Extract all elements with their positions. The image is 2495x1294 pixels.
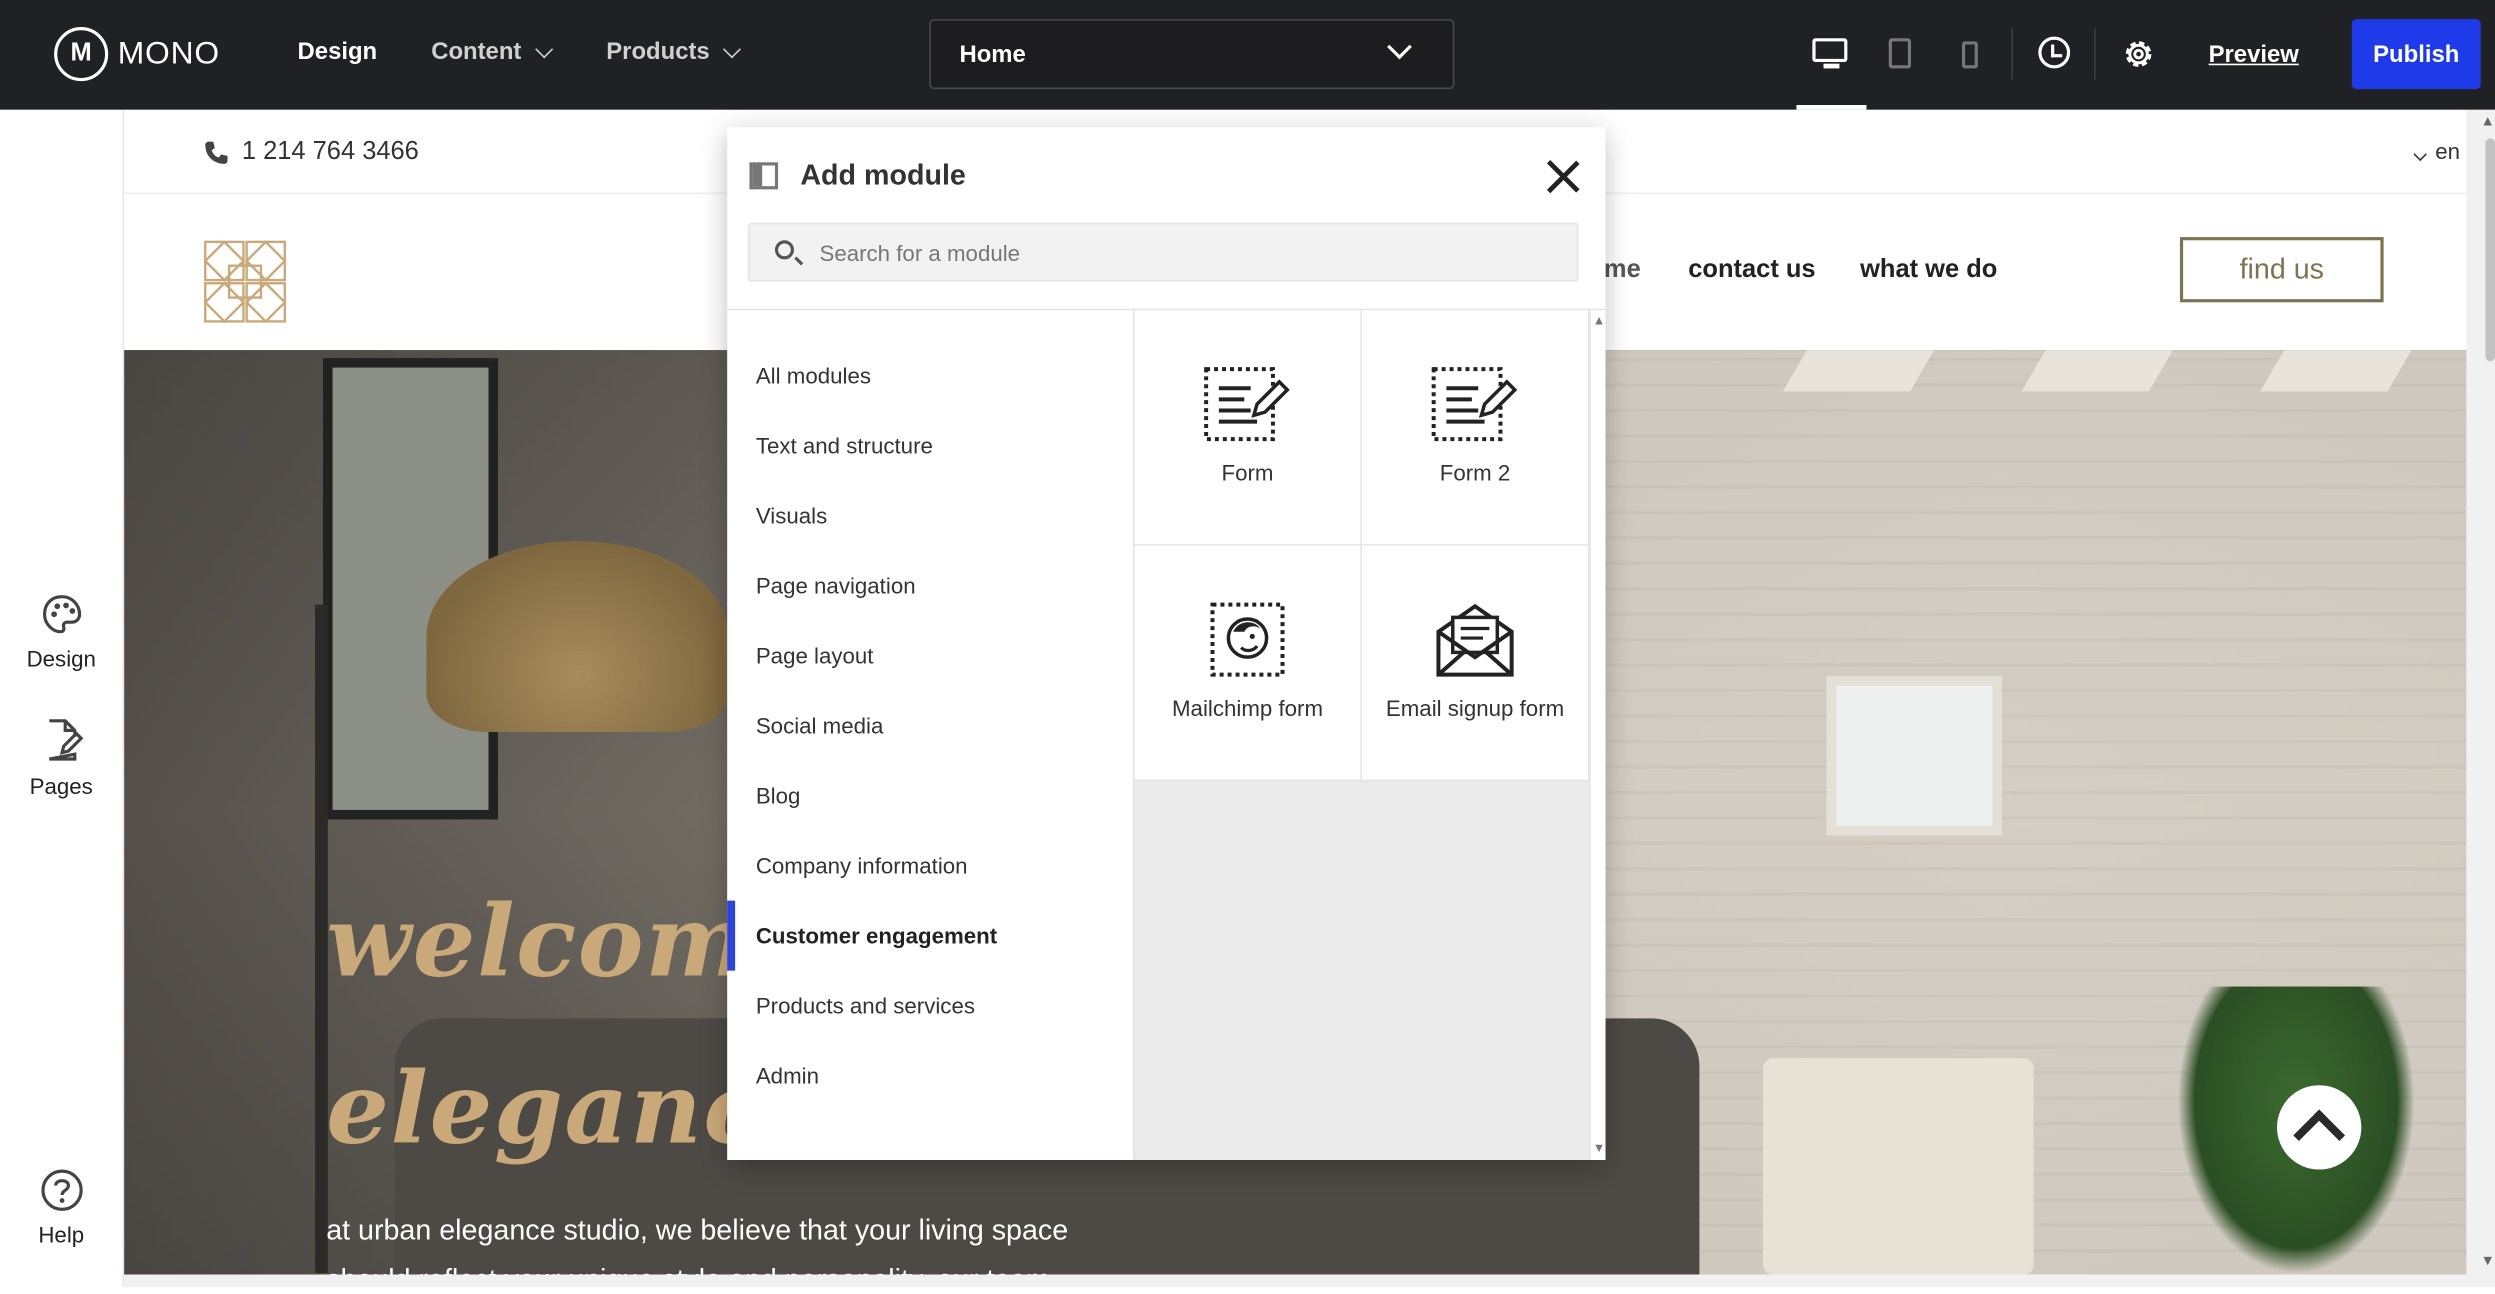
form-icon bbox=[1431, 367, 1518, 442]
site-nav-contact[interactable]: contact us bbox=[1688, 256, 1815, 285]
hero-dresser bbox=[1763, 1058, 2034, 1275]
category-blog[interactable]: Blog bbox=[727, 761, 1133, 831]
module-tile-label: Form 2 bbox=[1439, 459, 1511, 486]
tablet-view-icon[interactable] bbox=[1888, 38, 1912, 69]
scroll-up-arrow-icon[interactable]: ▲ bbox=[1593, 313, 1606, 327]
top-toolbar: M MONO Design Content Products Home Prev… bbox=[0, 0, 2495, 110]
category-text-and-structure[interactable]: Text and structure bbox=[727, 411, 1133, 481]
site-logo-icon[interactable] bbox=[203, 240, 287, 324]
scrollbar-thumb[interactable] bbox=[2485, 138, 2495, 362]
logo-text: MONO bbox=[117, 35, 220, 71]
scroll-down-arrow-icon[interactable]: ▼ bbox=[2481, 1252, 2495, 1268]
add-module-dialog: Add module All modules Text and structur… bbox=[727, 127, 1606, 1160]
design-rail-button[interactable]: Design bbox=[0, 592, 123, 672]
module-tile-email-signup-form[interactable]: Email signup form bbox=[1362, 545, 1590, 782]
category-visuals[interactable]: Visuals bbox=[727, 481, 1133, 551]
category-customer-engagement[interactable]: Customer engagement bbox=[727, 900, 1133, 971]
chevron-down-icon bbox=[1387, 34, 1412, 60]
category-products-and-services[interactable]: Products and services bbox=[727, 971, 1133, 1041]
nav-content-label: Content bbox=[431, 38, 522, 66]
desktop-stand bbox=[1823, 63, 1840, 69]
horizontal-scrollbar[interactable] bbox=[124, 1274, 2467, 1288]
close-icon[interactable] bbox=[1545, 159, 1580, 194]
logo-mark-icon: M bbox=[54, 27, 109, 82]
design-rail-label: Design bbox=[26, 646, 96, 672]
scroll-up-arrow-icon[interactable]: ▲ bbox=[2481, 113, 2495, 129]
pages-rail-label: Pages bbox=[29, 773, 93, 799]
module-tile-label: Mailchimp form bbox=[1171, 695, 1324, 721]
ceiling-beam bbox=[2260, 350, 2412, 392]
module-tile-form[interactable]: Form bbox=[1134, 310, 1363, 546]
pages-edit-icon bbox=[48, 719, 83, 761]
page-selector-value: Home bbox=[959, 41, 1026, 69]
nav-design-label: Design bbox=[297, 38, 378, 66]
mailchimp-icon bbox=[1210, 602, 1285, 677]
category-page-layout[interactable]: Page layout bbox=[727, 621, 1133, 691]
chevron-down-icon bbox=[534, 39, 553, 58]
site-nav-partial[interactable]: me bbox=[1604, 256, 1641, 285]
help-rail-button[interactable]: Help bbox=[0, 1168, 123, 1248]
app-logo[interactable]: M MONO bbox=[54, 24, 220, 84]
category-admin[interactable]: Admin bbox=[727, 1041, 1133, 1111]
form-icon bbox=[1204, 367, 1290, 442]
envelope-icon bbox=[1436, 603, 1514, 677]
nav-products[interactable]: Products bbox=[606, 38, 741, 66]
gear-icon[interactable] bbox=[2121, 37, 2156, 72]
category-company-information[interactable]: Company information bbox=[727, 831, 1133, 901]
chevron-down-icon bbox=[722, 39, 741, 58]
chevron-up-icon bbox=[2293, 1109, 2346, 1162]
module-tile-form-2[interactable]: Form 2 bbox=[1362, 310, 1590, 546]
nav-design[interactable]: Design bbox=[298, 38, 378, 65]
ceiling-beam bbox=[2021, 350, 2173, 392]
module-grid-scrollbar[interactable]: ▲ ▼ bbox=[1591, 310, 1606, 1160]
site-phone-number: 1 214 764 3466 bbox=[241, 138, 419, 166]
module-tile-mailchimp-form[interactable]: Mailchimp form bbox=[1134, 545, 1363, 782]
panel-dock-icon[interactable] bbox=[749, 162, 779, 190]
history-icon[interactable] bbox=[2038, 36, 2071, 69]
module-search[interactable] bbox=[747, 222, 1579, 282]
nav-content[interactable]: Content bbox=[431, 38, 553, 66]
category-page-navigation[interactable]: Page navigation bbox=[727, 551, 1133, 621]
dialog-header: Add module bbox=[727, 127, 1605, 222]
module-tile-label: Email signup form bbox=[1385, 695, 1565, 721]
publish-button[interactable]: Publish bbox=[2351, 19, 2481, 90]
hero-lamp bbox=[426, 541, 729, 732]
module-search-input[interactable] bbox=[819, 224, 1552, 281]
site-phone[interactable]: 1 214 764 3466 bbox=[204, 138, 419, 167]
category-list: All modules Text and structure Visuals P… bbox=[727, 310, 1135, 1160]
phone-icon bbox=[205, 141, 228, 164]
category-all-modules[interactable]: All modules bbox=[727, 341, 1133, 411]
left-rail: Design Pages Help bbox=[0, 109, 125, 1288]
hero-paragraph: at urban elegance studio, we believe tha… bbox=[326, 1214, 1069, 1274]
help-icon bbox=[40, 1169, 82, 1211]
palette-icon bbox=[42, 595, 81, 634]
dialog-title: Add module bbox=[800, 159, 966, 191]
toolbar-divider bbox=[2094, 28, 2096, 80]
language-selector[interactable]: en bbox=[2410, 138, 2460, 164]
ceiling-beam bbox=[1782, 350, 1935, 392]
preview-link[interactable]: Preview bbox=[2209, 41, 2299, 68]
mobile-view-icon[interactable] bbox=[1961, 41, 1978, 69]
module-grid: Form Form 2 Mailchimp form Email signup … bbox=[1134, 310, 1592, 1160]
find-us-button[interactable]: find us bbox=[2179, 237, 2384, 303]
nav-products-label: Products bbox=[606, 38, 710, 66]
toolbar-divider bbox=[2011, 28, 2013, 80]
search-icon bbox=[774, 240, 795, 260]
desktop-view-icon[interactable] bbox=[1812, 38, 1848, 63]
module-tile-label: Form bbox=[1221, 459, 1274, 486]
pages-rail-button[interactable]: Pages bbox=[0, 716, 123, 799]
scroll-down-arrow-icon[interactable]: ▼ bbox=[1593, 1141, 1606, 1155]
chevron-down-icon bbox=[2414, 147, 2428, 162]
scroll-to-top-button[interactable] bbox=[2277, 1085, 2362, 1170]
language-label: en bbox=[2435, 138, 2460, 164]
vertical-scrollbar[interactable]: ▲ ▼ bbox=[2466, 109, 2495, 1288]
help-rail-label: Help bbox=[38, 1222, 85, 1248]
hero-wall-niche bbox=[1826, 676, 2002, 836]
page-selector[interactable]: Home bbox=[929, 19, 1455, 90]
site-nav-what-we-do[interactable]: what we do bbox=[1860, 256, 1997, 285]
category-social-media[interactable]: Social media bbox=[727, 691, 1133, 761]
